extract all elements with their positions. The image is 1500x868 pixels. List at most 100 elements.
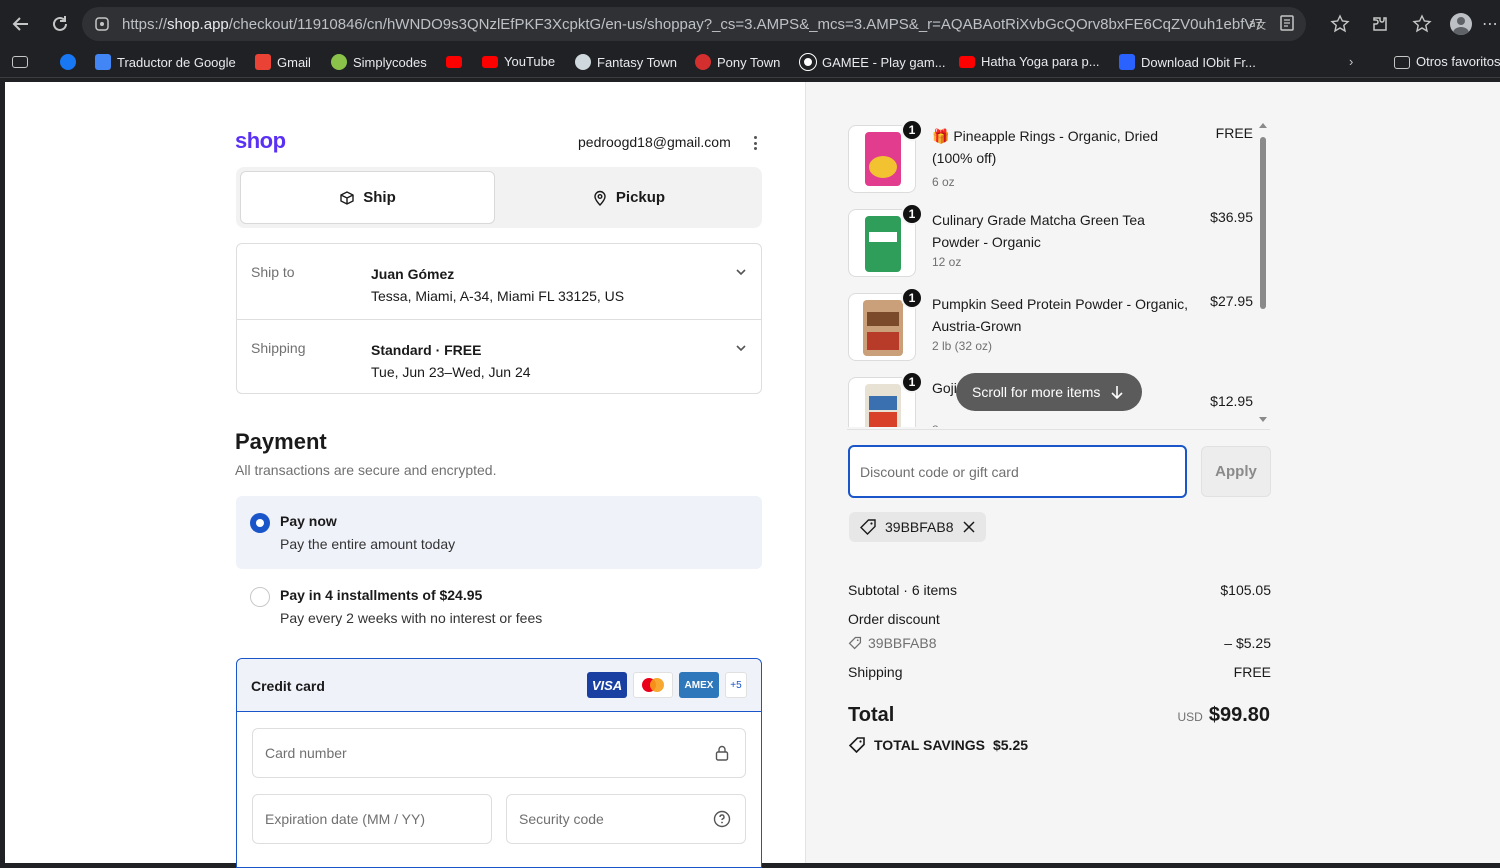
ship-to-row[interactable]: Ship to Juan Gómez Tessa, Miami, A-34, M…: [237, 244, 761, 319]
shipping-method-row[interactable]: Shipping Standard · FREE Tue, Jun 23–Wed…: [237, 319, 761, 394]
fantasy-town-icon: [575, 54, 591, 70]
back-button[interactable]: [9, 11, 33, 37]
card-number-field[interactable]: Card number: [252, 728, 746, 778]
checkout-page: shop pedroogd18@gmail.com Ship Pickup Sh…: [5, 82, 1500, 868]
tab-ship[interactable]: Ship: [240, 171, 495, 224]
radio-selected[interactable]: [250, 513, 270, 533]
scroll-for-more-button[interactable]: Scroll for more items: [956, 373, 1143, 411]
delivery-dates: Tue, Jun 23–Wed, Jun 24: [371, 364, 531, 380]
shop-logo[interactable]: shop: [235, 128, 286, 154]
amex-icon: AMEX: [679, 672, 719, 698]
shipping-row: Shipping FREE: [848, 664, 1271, 680]
bookmark-item[interactable]: Download IObit Fr...: [1119, 54, 1256, 70]
gmail-icon: [255, 54, 271, 70]
subtotal-row: Subtotal · 6 items $105.05: [848, 582, 1271, 598]
extensions-icon[interactable]: [1368, 12, 1392, 36]
bookmark-item[interactable]: YouTube: [482, 54, 555, 69]
pay-now-option[interactable]: Pay now Pay the entire amount today: [236, 496, 762, 569]
order-discount-row: Order discount: [848, 611, 940, 627]
security-code-field[interactable]: Security code: [506, 794, 746, 844]
other-bookmarks[interactable]: Otros favoritos: [1394, 54, 1500, 69]
scrollbar-thumb[interactable]: [1260, 137, 1266, 309]
item-variant: 8 oz: [932, 423, 955, 427]
apply-button[interactable]: Apply: [1201, 446, 1271, 497]
item-price: $36.95: [1210, 209, 1253, 225]
subtotal-value: $105.05: [1220, 582, 1271, 598]
youtube-icon: [959, 55, 975, 68]
bookmark-item[interactable]: Fantasy Town: [575, 54, 677, 70]
url-text: https://shop.app/checkout/11910846/cn/hW…: [122, 15, 1262, 33]
discount-code-input[interactable]: Discount code or gift card: [848, 445, 1187, 498]
scroll-down-icon[interactable]: [1259, 417, 1267, 422]
bookmark-item[interactable]: Hatha Yoga para p...: [959, 54, 1100, 69]
tag-icon: [860, 519, 876, 535]
bookmark-screen[interactable]: [12, 54, 28, 68]
total-value: USD $99.80: [1177, 704, 1270, 727]
total-amount: $99.80: [1208, 704, 1270, 726]
expiry-field[interactable]: Expiration date (MM / YY): [252, 794, 492, 844]
discount-code-row: 39BBFAB8 – $5.25: [848, 635, 1271, 651]
scroll-up-icon[interactable]: [1259, 123, 1267, 128]
bookmark-item[interactable]: Simplycodes: [331, 54, 427, 70]
browser-toolbar: https://shop.app/checkout/11910846/cn/hW…: [0, 0, 1500, 48]
chevron-right-icon[interactable]: ›: [1349, 54, 1353, 69]
item-price: $12.95: [1210, 393, 1253, 409]
tab-pickup[interactable]: Pickup: [499, 171, 758, 224]
more-menu-icon[interactable]: ⋯: [1482, 12, 1498, 36]
bookmark-youtube-small[interactable]: [446, 54, 462, 68]
credit-card-section: Credit card VISA AMEX +5 Card number Exp…: [236, 658, 762, 868]
reload-icon: [53, 16, 67, 31]
account-email: pedroogd18@gmail.com: [578, 134, 731, 150]
order-summary: 1 🎁 Pineapple Rings - Organic, Dried (10…: [805, 82, 1500, 863]
bookmark-item[interactable]: Gmail: [255, 54, 311, 70]
facebook-icon: [60, 54, 76, 70]
back-arrow-icon: [12, 17, 28, 31]
items-scrollbar[interactable]: [1257, 123, 1269, 425]
bookmark-facebook[interactable]: [60, 54, 76, 70]
quantity-badge: 1: [901, 287, 923, 309]
svg-text:文: 文: [1256, 19, 1266, 32]
youtube-icon: [446, 56, 462, 68]
tag-icon: [848, 636, 862, 650]
account-menu-icon[interactable]: [750, 134, 760, 152]
tag-icon: [848, 737, 865, 754]
chevron-down-icon[interactable]: [735, 342, 747, 354]
arrow-down-icon: [1111, 386, 1123, 399]
bookmark-item[interactable]: Pony Town: [695, 54, 780, 70]
chevron-down-icon[interactable]: [735, 266, 747, 278]
address-bar[interactable]: https://shop.app/checkout/11910846/cn/hW…: [82, 7, 1306, 41]
shipping-method: Standard · FREE: [371, 342, 482, 358]
list-item: 1 🎁 Pineapple Rings - Organic, Dried (10…: [847, 119, 1257, 205]
iobit-icon: [1119, 54, 1135, 70]
box-icon: [340, 190, 354, 205]
remove-discount-icon[interactable]: [962, 520, 976, 534]
star-bookmark-icon[interactable]: [1328, 12, 1352, 36]
item-variant: 6 oz: [932, 175, 955, 189]
folder-icon: [1394, 55, 1410, 69]
radio-unselected[interactable]: [250, 587, 270, 607]
translate-icon[interactable]: a文: [1248, 14, 1266, 32]
profile-avatar[interactable]: [1449, 12, 1473, 36]
total-label: Total: [848, 704, 895, 726]
shipping-address: Tessa, Miami, A-34, Miami FL 33125, US: [371, 288, 625, 304]
checkout-main: shop pedroogd18@gmail.com Ship Pickup Sh…: [5, 82, 805, 868]
bookmark-item[interactable]: Traductor de Google: [95, 54, 236, 70]
youtube-icon: [482, 55, 498, 68]
installments-option[interactable]: Pay in 4 installments of $24.95 Pay ever…: [236, 570, 762, 643]
recipient-name: Juan Gómez: [371, 266, 455, 282]
total-savings: TOTAL SAVINGS $5.25: [848, 736, 1028, 754]
delivery-method-tabs: Ship Pickup: [236, 167, 762, 228]
divider: [847, 429, 1270, 430]
reload-button[interactable]: [48, 11, 72, 37]
reader-mode-icon[interactable]: [1278, 14, 1296, 32]
item-variant: 12 oz: [932, 255, 962, 269]
credit-card-header[interactable]: Credit card VISA AMEX +5: [237, 659, 761, 712]
favorites-icon[interactable]: [1410, 12, 1434, 36]
bookmarks-bar: Traductor de Google Gmail Simplycodes Yo…: [0, 48, 1500, 78]
location-pin-icon: [594, 190, 606, 206]
gamee-icon: [799, 53, 817, 71]
help-icon[interactable]: [713, 810, 731, 828]
item-price: $27.95: [1210, 293, 1253, 309]
item-variant: 2 lb (32 oz): [932, 339, 993, 353]
bookmark-item[interactable]: GAMEE - Play gam...: [799, 53, 946, 71]
